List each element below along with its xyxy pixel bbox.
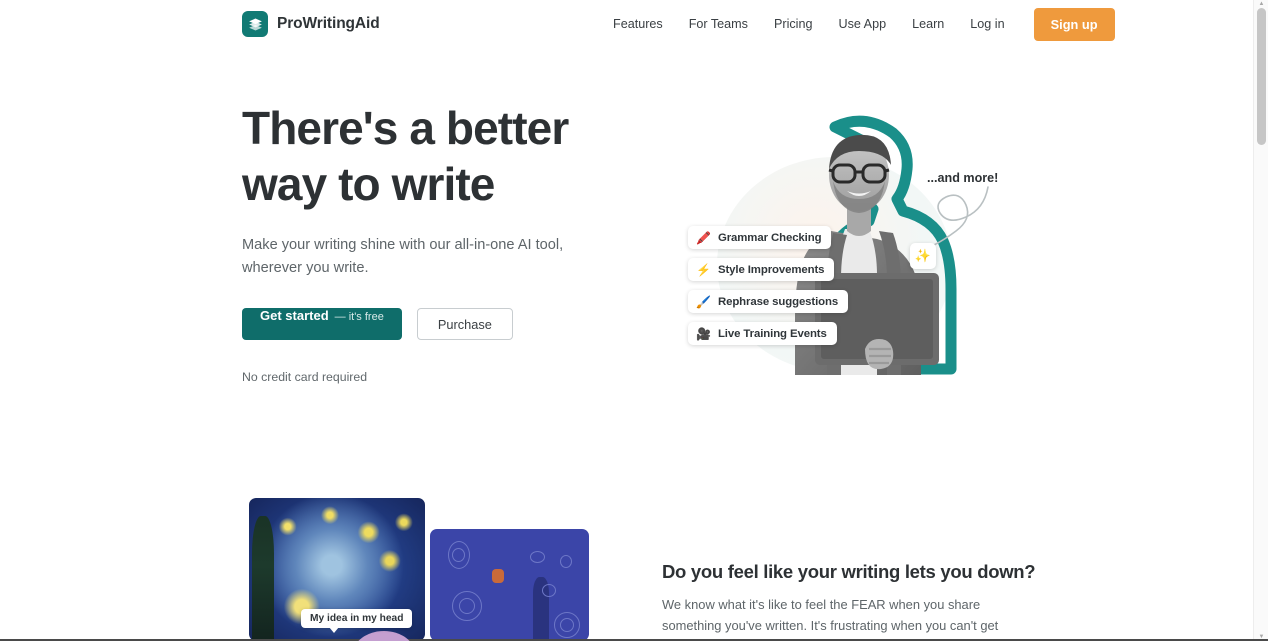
site-header: ProWritingAid Features For Teams Pricing… <box>0 0 1253 48</box>
feature-pill-label: Style Improvements <box>717 263 825 276</box>
doodle-shape <box>530 551 545 563</box>
section2-copy: Do you feel like your writing lets you d… <box>662 561 1036 641</box>
page-title: There's a better way to write <box>242 102 569 210</box>
get-started-note: — it's free <box>334 311 384 323</box>
doodle-spiral-shape <box>459 598 475 614</box>
idea-caption-label: My idea in my head <box>301 609 413 633</box>
feature-pill-label: Rephrase suggestions <box>717 295 839 308</box>
page-viewport: ProWritingAid Features For Teams Pricing… <box>0 0 1253 641</box>
hero-illustration: 🖍️ Grammar Checking ⚡ Style Improvements… <box>665 95 1010 385</box>
vertical-scrollbar[interactable]: ▲ ▼ <box>1253 0 1268 641</box>
brand-name: ProWritingAid <box>277 15 380 32</box>
browser-page: ProWritingAid Features For Teams Pricing… <box>0 0 1268 641</box>
scrollbar-thumb[interactable] <box>1257 8 1266 145</box>
doodle-shape <box>452 548 465 562</box>
hero-cta-group: Get started — it's free Purchase <box>242 308 642 340</box>
feature-pill-live-training-events: 🎥 Live Training Events <box>688 322 837 345</box>
orange-doodle-shape <box>492 569 504 583</box>
nav-item-for-teams[interactable]: For Teams <box>676 12 761 37</box>
sparkle-icon: ✨ <box>914 248 932 263</box>
cypress-tree-shape <box>252 516 274 641</box>
crayon-icon: 🖍️ <box>696 230 711 245</box>
main-navigation: Features For Teams Pricing Use App Learn… <box>600 0 1115 48</box>
nav-item-log-in[interactable]: Log in <box>957 12 1017 37</box>
paintbrush-icon: 🖌️ <box>696 294 711 309</box>
section2-title: Do you feel like your writing lets you d… <box>662 561 1036 582</box>
sparkle-badge: ✨ <box>910 243 936 269</box>
lightning-icon: ⚡ <box>696 262 711 277</box>
brand-logo-link[interactable]: ProWritingAid <box>242 11 380 37</box>
feature-pill-grammar-checking: 🖍️ Grammar Checking <box>688 226 832 249</box>
writing-comparison-illustration: My idea in my head <box>249 498 589 641</box>
feature-pill-list: 🖍️ Grammar Checking ⚡ Style Improvements… <box>688 226 849 345</box>
nav-item-use-app[interactable]: Use App <box>825 12 899 37</box>
purchase-button[interactable]: Purchase <box>416 308 513 340</box>
get-started-button[interactable]: Get started — it's free <box>242 308 402 340</box>
sign-up-button[interactable]: Sign up <box>1033 7 1115 41</box>
feature-pill-style-improvements: ⚡ Style Improvements <box>688 258 835 281</box>
prowritingaid-logo-icon <box>242 11 268 37</box>
feature-pill-label: Grammar Checking <box>717 231 822 244</box>
and-more-annotation: ...and more! <box>927 171 999 185</box>
section2-body: We know what it's like to feel the FEAR … <box>662 597 999 641</box>
doodle-spiral-shape <box>560 618 574 632</box>
feature-pill-label: Live Training Events <box>717 327 827 340</box>
doodle-shape <box>542 584 556 597</box>
nav-item-features[interactable]: Features <box>600 12 676 37</box>
get-started-label: Get started <box>260 308 329 323</box>
scroll-up-arrow-icon[interactable]: ▲ <box>1254 0 1268 8</box>
hero-copy: There's a better way to write Make your … <box>242 100 642 384</box>
video-camera-icon: 🎥 <box>696 326 711 341</box>
nav-item-learn[interactable]: Learn <box>899 12 957 37</box>
hero-subtitle: Make your writing shine with our all-in-… <box>242 237 564 276</box>
feature-pill-rephrase-suggestions: 🖌️ Rephrase suggestions <box>688 290 849 313</box>
no-credit-card-note: No credit card required <box>242 370 368 384</box>
nav-item-pricing[interactable]: Pricing <box>761 12 826 37</box>
plain-version-image <box>430 529 589 641</box>
doodle-shape <box>560 555 572 568</box>
